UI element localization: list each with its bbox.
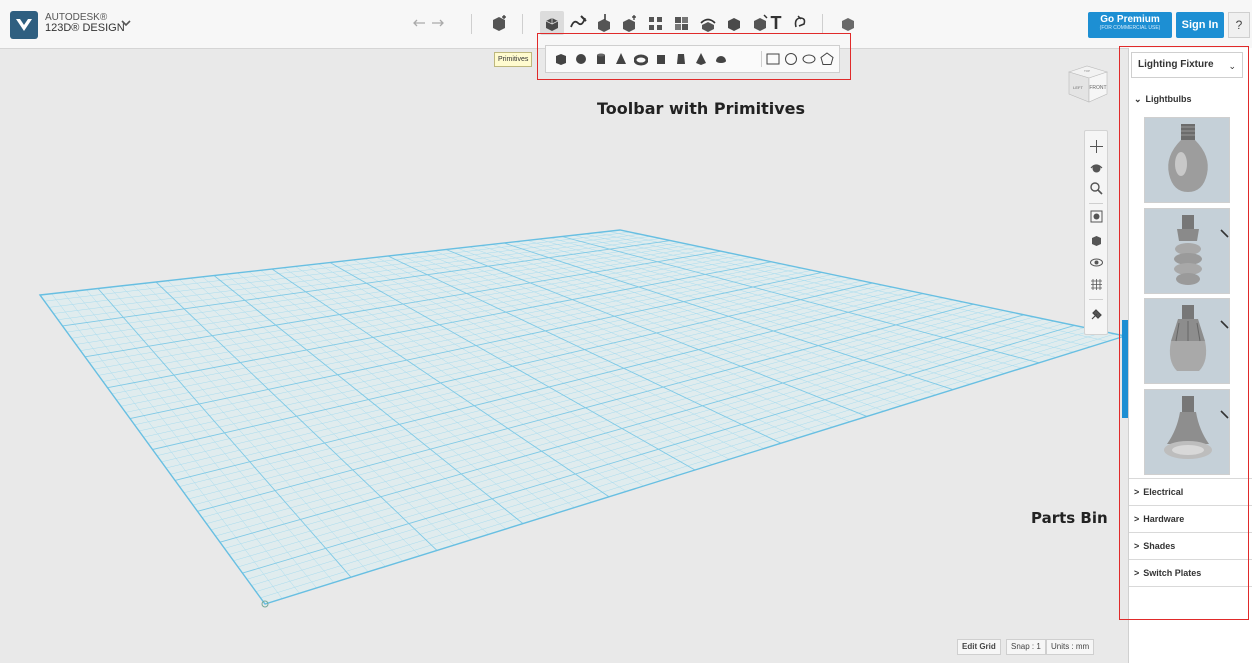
sketch-icon[interactable] xyxy=(566,11,590,35)
orbit-icon[interactable] xyxy=(1089,161,1104,176)
modify-icon[interactable] xyxy=(618,11,642,35)
visibility-icon[interactable] xyxy=(1089,255,1104,270)
undo-icon[interactable] xyxy=(410,14,428,32)
parts-bin-annotation: Parts Bin xyxy=(1031,509,1108,527)
premium-sublabel: (FOR COMMERCIAL USE) xyxy=(1099,25,1161,31)
sign-in-button[interactable]: Sign In xyxy=(1176,12,1224,38)
transform-icon[interactable] xyxy=(487,11,511,35)
toolbar-divider xyxy=(471,14,472,34)
premium-label: Go Premium xyxy=(1100,14,1160,25)
primitives-tooltip: Primitives xyxy=(494,52,533,67)
nav-divider xyxy=(1089,299,1103,300)
go-premium-button[interactable]: Go Premium (FOR COMMERCIAL USE) xyxy=(1088,12,1172,38)
navigation-bar xyxy=(1084,130,1108,335)
combine-icon[interactable] xyxy=(696,11,720,35)
redo-icon[interactable] xyxy=(429,14,447,32)
material-icon[interactable] xyxy=(836,11,860,35)
view-cube[interactable]: TOP LEFT FRONT xyxy=(1063,62,1111,106)
material-paint-icon[interactable] xyxy=(1089,307,1104,322)
workplane-grid[interactable] xyxy=(0,48,1122,663)
autodesk-logo-icon[interactable] xyxy=(10,11,38,39)
snap-setting[interactable]: Snap : 1 xyxy=(1006,639,1046,655)
toolbar-divider xyxy=(522,14,523,34)
toolbar-highlight-box xyxy=(537,33,851,80)
viewcube-top-label: TOP xyxy=(1084,69,1090,73)
pan-icon[interactable] xyxy=(1089,139,1104,154)
edit-grid-button[interactable]: Edit Grid xyxy=(957,639,1001,655)
zoom-icon[interactable] xyxy=(1089,181,1104,196)
pattern-icon[interactable] xyxy=(644,11,668,35)
view-icon[interactable] xyxy=(1089,233,1104,248)
grid-icon[interactable] xyxy=(1089,277,1104,292)
snap-icon[interactable] xyxy=(788,11,812,35)
group-icon[interactable] xyxy=(670,11,694,35)
viewcube-left-label: LEFT xyxy=(1073,85,1083,90)
primitives-icon[interactable] xyxy=(540,11,564,35)
parts-bin-highlight-box xyxy=(1119,46,1249,620)
help-button[interactable]: ? xyxy=(1228,12,1250,38)
viewcube-front-label: FRONT xyxy=(1089,85,1106,91)
measure-icon[interactable] xyxy=(722,11,746,35)
toolbar-divider xyxy=(822,14,823,34)
units-setting[interactable]: Units : mm xyxy=(1046,639,1095,655)
app-brand[interactable]: AUTODESK® 123D® DESIGN xyxy=(45,12,125,34)
text-icon[interactable]: T xyxy=(764,11,788,35)
fit-icon[interactable] xyxy=(1089,209,1104,224)
nav-divider xyxy=(1089,203,1103,204)
app-menu-chevron-icon[interactable] xyxy=(118,15,134,31)
toolbar-annotation: Toolbar with Primitives xyxy=(597,99,806,118)
construct-icon[interactable] xyxy=(592,11,616,35)
brand-line2: 123D® DESIGN xyxy=(45,22,125,34)
